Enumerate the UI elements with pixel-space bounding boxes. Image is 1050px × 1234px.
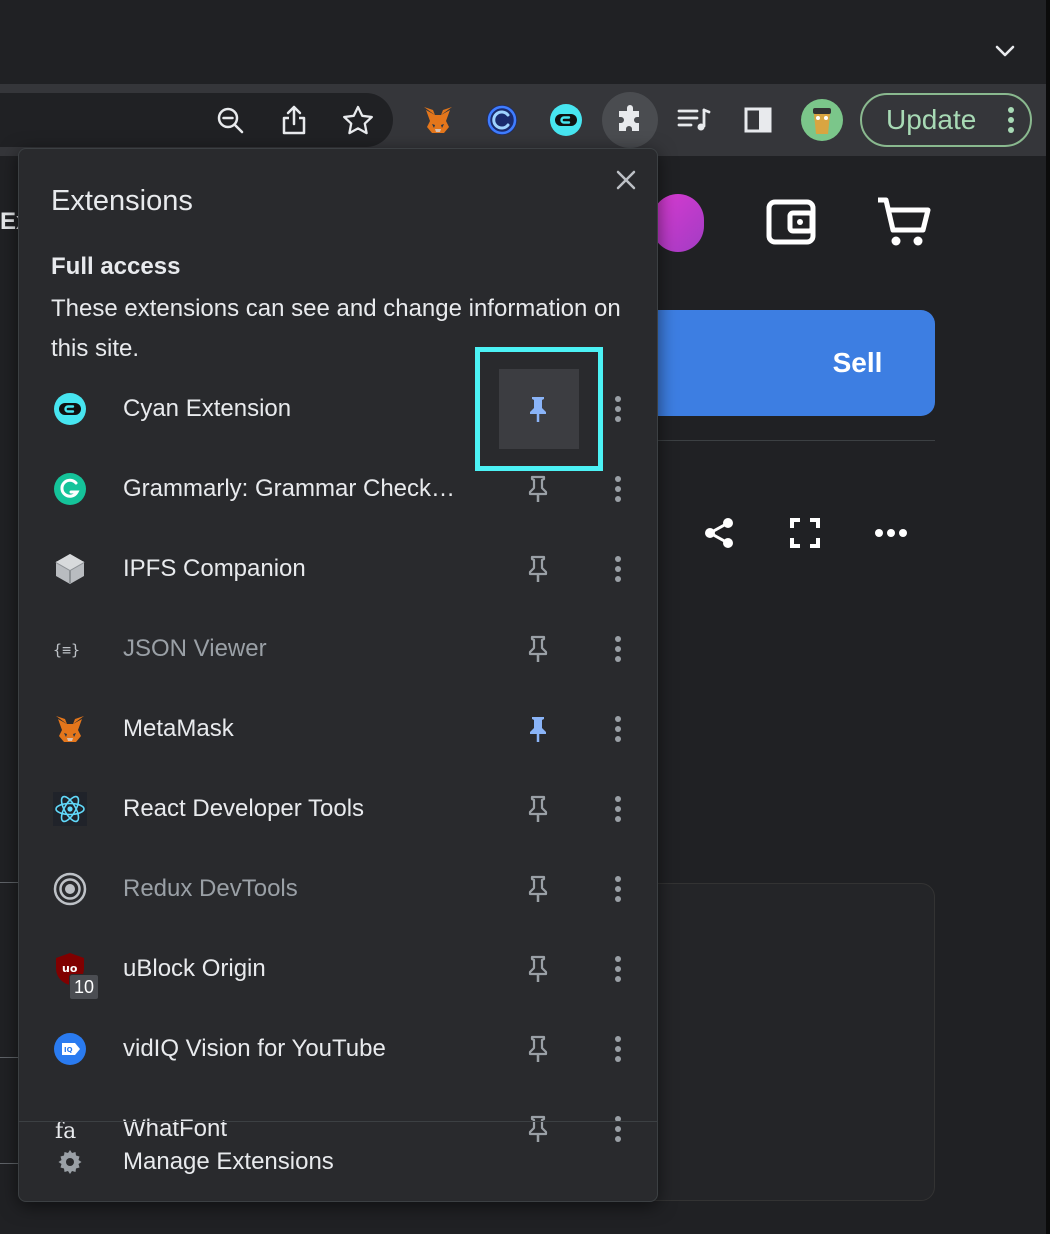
extensions-puzzle-button[interactable] <box>602 92 658 148</box>
extension-row[interactable]: IPFS Companion <box>19 529 657 609</box>
extension-name: React Developer Tools <box>123 795 365 822</box>
pin-icon[interactable] <box>521 472 555 506</box>
more-vertical-icon[interactable] <box>605 552 631 586</box>
json-braces-icon: {≡} <box>53 632 87 666</box>
vidiq-icon: IQ <box>53 1032 87 1066</box>
share-icon[interactable] <box>272 98 316 142</box>
more-vertical-icon[interactable] <box>605 632 631 666</box>
more-vertical-icon[interactable] <box>605 872 631 906</box>
user-avatar-circle[interactable] <box>652 194 704 252</box>
left-divider-mid <box>0 1057 18 1058</box>
share-nodes-icon[interactable] <box>702 516 736 555</box>
extension-name: MetaMask <box>123 715 234 742</box>
extension-row[interactable]: uo 10 uBlock Origin <box>19 929 657 1009</box>
wallet-icon[interactable] <box>766 196 818 251</box>
popup-title: Extensions <box>51 185 193 217</box>
update-button[interactable]: Update <box>860 93 1032 147</box>
page-card <box>640 883 935 1201</box>
sell-button[interactable]: Sell <box>640 310 935 416</box>
page-divider <box>640 440 935 441</box>
pin-icon[interactable] <box>521 952 555 986</box>
tab-search-chevron-icon[interactable] <box>990 36 1020 66</box>
more-vertical-icon[interactable] <box>605 392 631 426</box>
cyan-extension-icon <box>53 392 87 426</box>
manage-extensions-label: Manage Extensions <box>123 1148 334 1175</box>
more-vertical-icon[interactable] <box>605 1032 631 1066</box>
extension-row[interactable]: React Developer Tools <box>19 769 657 849</box>
extension-name: Grammarly: Grammar Checker and Writing A… <box>123 475 468 502</box>
update-label: Update <box>886 104 977 135</box>
ublock-shield-icon: uo 10 <box>53 952 100 1000</box>
more-vertical-icon[interactable] <box>605 712 631 746</box>
manage-extensions-button[interactable]: Manage Extensions <box>19 1122 657 1201</box>
metamask-fox-icon <box>53 712 87 746</box>
pin-icon[interactable] <box>521 792 555 826</box>
full-access-heading: Full access <box>51 253 181 280</box>
cart-icon[interactable] <box>876 196 932 253</box>
address-bar[interactable] <box>0 93 393 147</box>
media-queue-icon[interactable] <box>672 98 716 142</box>
grammarly-icon <box>53 472 87 506</box>
extension-name: uBlock Origin <box>123 955 266 982</box>
gear-icon <box>57 1149 83 1180</box>
more-vertical-icon[interactable] <box>605 952 631 986</box>
metamask-toolbar-icon[interactable] <box>416 98 460 142</box>
cyan-ring-toolbar-icon[interactable] <box>480 98 524 142</box>
side-panel-icon[interactable] <box>736 98 780 142</box>
page-partial-heading: Ex <box>0 208 18 235</box>
extension-name: Redux DevTools <box>123 875 298 902</box>
extension-row[interactable]: IQ vidIQ Vision for YouTube <box>19 1009 657 1089</box>
svg-text:IQ: IQ <box>64 1046 73 1054</box>
close-icon[interactable] <box>611 165 641 195</box>
pinned-icon[interactable] <box>521 712 555 746</box>
cyan-extension-toolbar-icon[interactable] <box>544 98 588 142</box>
fullscreen-icon[interactable] <box>790 518 820 553</box>
left-divider-top <box>0 882 18 883</box>
svg-text:{≡}: {≡} <box>53 641 80 659</box>
badge-count: 10 <box>69 974 100 1000</box>
profile-avatar[interactable] <box>800 98 844 142</box>
bookmark-star-icon[interactable] <box>336 98 380 142</box>
window-edge <box>1046 0 1050 1234</box>
more-horizontal-icon[interactable] <box>874 526 908 545</box>
more-vertical-icon[interactable] <box>605 792 631 826</box>
pin-icon[interactable] <box>521 872 555 906</box>
react-atom-icon <box>53 792 87 826</box>
pin-icon[interactable] <box>521 632 555 666</box>
extension-row[interactable]: {≡} JSON Viewer <box>19 609 657 689</box>
pin-icon[interactable] <box>521 552 555 586</box>
extension-name: JSON Viewer <box>123 635 267 662</box>
more-vertical-icon[interactable] <box>605 472 631 506</box>
redux-icon <box>53 872 87 906</box>
extension-row[interactable]: MetaMask <box>19 689 657 769</box>
extension-name: Cyan Extension <box>123 395 292 422</box>
extensions-menu: Extensions Full access These extensions … <box>18 148 658 1202</box>
puzzle-icon <box>619 105 639 131</box>
extension-name: IPFS Companion <box>123 555 306 582</box>
left-divider-bottom <box>0 1163 18 1164</box>
more-vertical-icon[interactable] <box>1006 105 1016 142</box>
tab-strip <box>0 0 1050 84</box>
extension-name: vidIQ Vision for YouTube <box>123 1035 386 1062</box>
ipfs-cube-icon <box>53 552 87 586</box>
extension-row[interactable]: Redux DevTools <box>19 849 657 929</box>
highlight-box <box>475 347 603 471</box>
zoom-out-icon[interactable] <box>208 98 252 142</box>
pin-icon[interactable] <box>521 1032 555 1066</box>
